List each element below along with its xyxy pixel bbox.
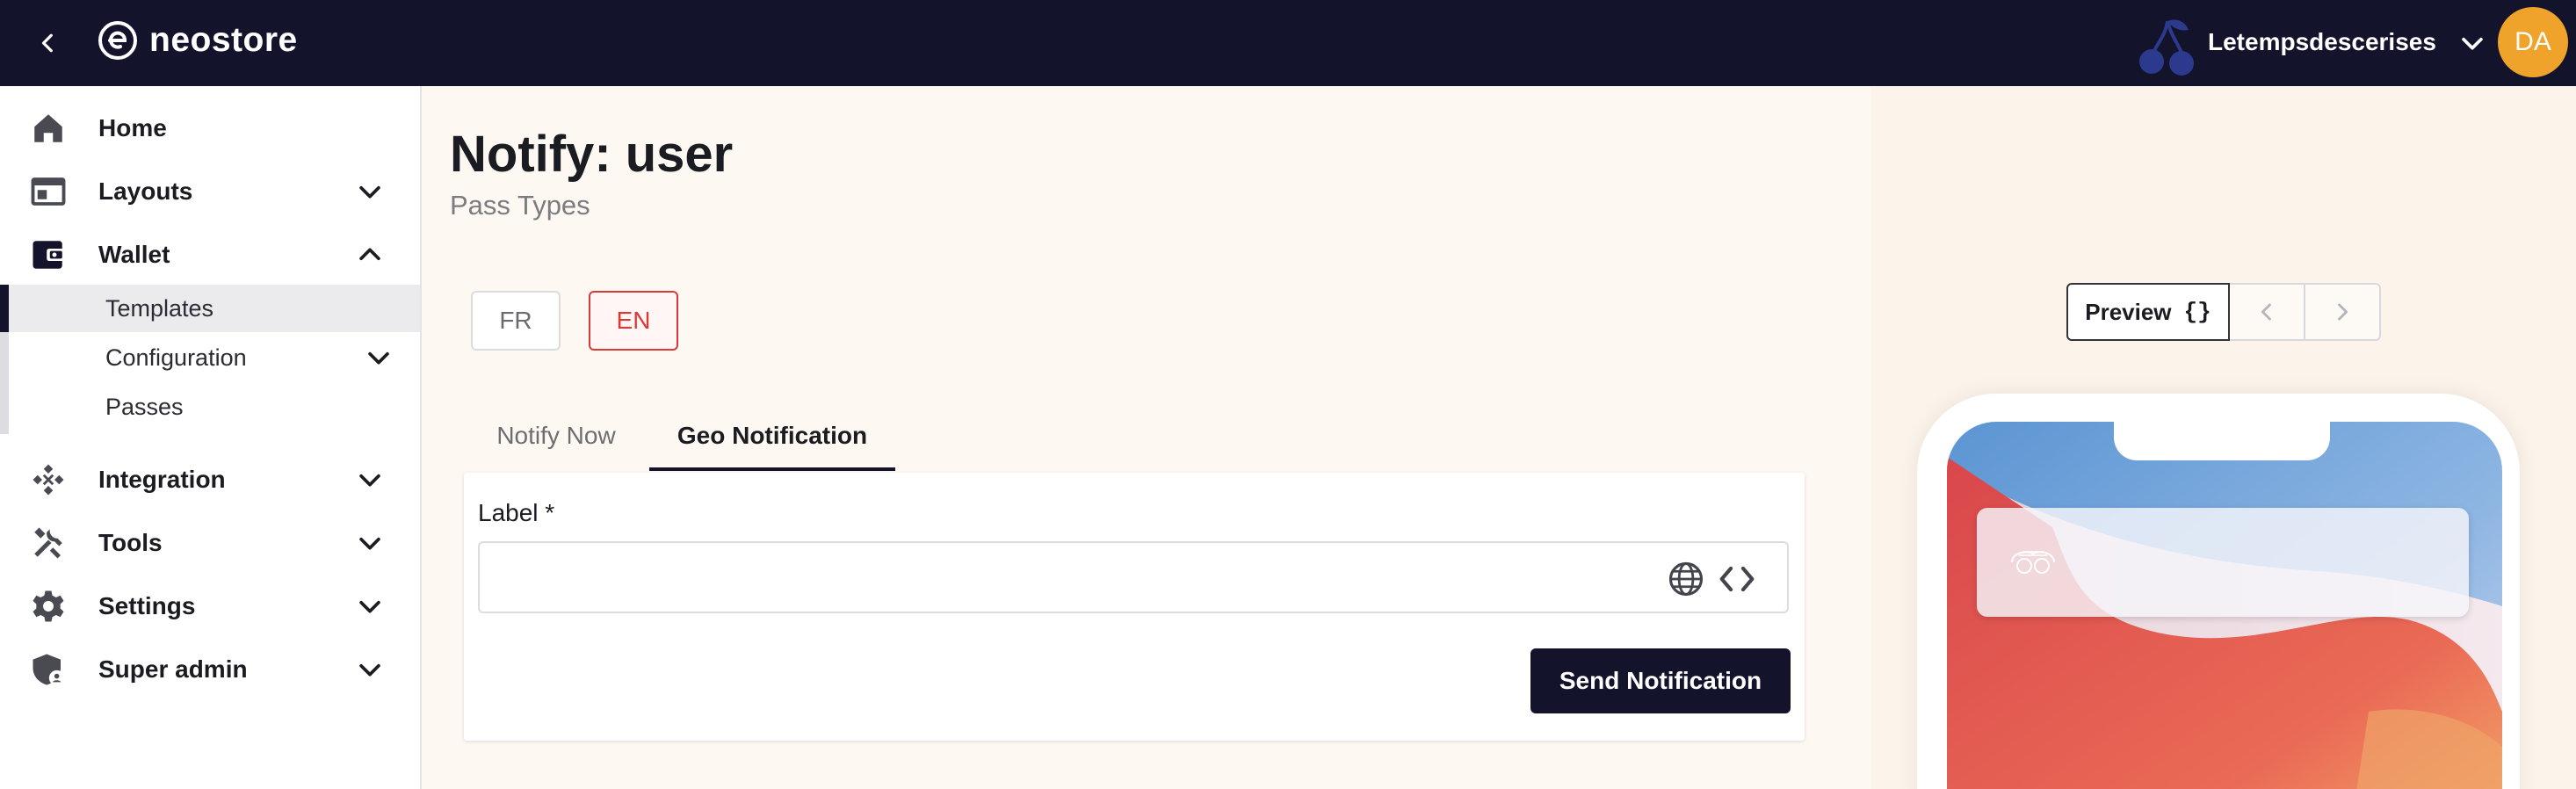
wallet-icon bbox=[33, 241, 66, 269]
app-logo[interactable]: neostore bbox=[97, 19, 298, 62]
pass-logo-icon bbox=[2011, 551, 2055, 574]
page-subtitle: Pass Types bbox=[450, 190, 590, 221]
language-fr-button[interactable]: FR bbox=[471, 291, 561, 351]
notification-form: Label * Send Notification bbox=[464, 473, 1805, 741]
sidebar-item-label: Super admin bbox=[98, 655, 248, 683]
chevron-down-icon[interactable] bbox=[2457, 28, 2487, 58]
chevron-down-icon bbox=[359, 185, 380, 199]
sidebar-item-label: Templates bbox=[105, 294, 214, 322]
sidebar-item-label: Wallet bbox=[98, 241, 170, 268]
user-avatar[interactable]: DA bbox=[2498, 7, 2568, 77]
chevron-down-icon bbox=[359, 537, 380, 550]
tab-notify-now[interactable]: Notify Now bbox=[464, 401, 648, 471]
sidebar-item-layouts[interactable]: Layouts bbox=[0, 163, 420, 220]
preview-next-button[interactable] bbox=[2305, 283, 2381, 341]
sidebar-item-super-admin[interactable]: Super admin bbox=[0, 641, 420, 698]
chevron-down-icon bbox=[359, 663, 380, 677]
language-en-button[interactable]: EN bbox=[589, 291, 678, 351]
sidebar-item-label: Configuration bbox=[105, 344, 247, 371]
chevron-up-icon bbox=[359, 248, 380, 261]
neostore-logo-icon bbox=[98, 21, 137, 60]
sidebar-item-wallet[interactable]: Wallet bbox=[0, 227, 420, 283]
preview-button[interactable]: Preview {} bbox=[2066, 283, 2230, 341]
sidebar-item-label: Tools bbox=[98, 529, 163, 556]
sidebar-item-label: Integration bbox=[98, 466, 226, 493]
chevron-right-icon bbox=[2338, 303, 2348, 321]
sidebar-item-label: Settings bbox=[98, 592, 196, 619]
sidebar: Home Layouts Wallet Templates Configurat… bbox=[0, 86, 422, 789]
org-name: Letempsdescerises bbox=[2208, 28, 2436, 55]
tab-geo-notification[interactable]: Geo Notification bbox=[649, 401, 895, 471]
admin-shield-icon bbox=[33, 654, 65, 686]
chevron-left-icon bbox=[41, 33, 53, 53]
sidebar-item-tools[interactable]: Tools bbox=[0, 515, 420, 571]
sidebar-item-passes[interactable]: Passes bbox=[9, 383, 420, 431]
chevron-down-icon bbox=[359, 474, 380, 487]
integration-icon bbox=[33, 464, 64, 496]
phone-mockup bbox=[1917, 394, 2520, 789]
sidebar-item-label: Layouts bbox=[98, 177, 193, 205]
sidebar-item-label: Passes bbox=[105, 393, 184, 420]
sidebar-item-settings[interactable]: Settings bbox=[0, 578, 420, 634]
preview-prev-button[interactable] bbox=[2230, 283, 2305, 341]
code-icon[interactable] bbox=[1719, 562, 1755, 596]
pass-notification-card bbox=[1977, 508, 2469, 617]
preview-button-label: Preview bbox=[2085, 298, 2172, 325]
chevron-down-icon bbox=[368, 351, 389, 365]
preview-controls: Preview {} bbox=[2066, 283, 2381, 341]
cherries-logo-icon bbox=[2139, 19, 2194, 76]
sidebar-item-integration[interactable]: Integration bbox=[0, 452, 420, 508]
phone-notch bbox=[2114, 422, 2330, 460]
label-field-label: Label * bbox=[478, 499, 555, 526]
layout-icon bbox=[31, 177, 66, 206]
sidebar-item-configuration[interactable]: Configuration bbox=[9, 334, 420, 381]
sidebar-item-home[interactable]: Home bbox=[0, 100, 420, 156]
phone-screen bbox=[1947, 422, 2502, 789]
app-name: neostore bbox=[149, 21, 298, 59]
globe-icon[interactable] bbox=[1668, 561, 1704, 597]
tools-icon bbox=[34, 527, 62, 559]
chevron-left-icon bbox=[2261, 303, 2271, 321]
gear-icon bbox=[33, 590, 64, 622]
chevron-down-icon bbox=[359, 600, 380, 613]
wallet-submenu: Templates Configuration Passes bbox=[0, 285, 420, 434]
label-input[interactable] bbox=[478, 541, 1789, 613]
send-notification-button[interactable]: Send Notification bbox=[1530, 648, 1791, 713]
top-bar: neostore Letempsdescerises DA bbox=[0, 0, 2576, 86]
home-icon bbox=[34, 114, 62, 142]
sidebar-item-templates[interactable]: Templates bbox=[0, 285, 420, 332]
back-button[interactable] bbox=[32, 26, 65, 60]
sidebar-item-label: Home bbox=[98, 114, 167, 141]
page-title: Notify: user bbox=[450, 126, 734, 183]
braces-icon: {} bbox=[2183, 299, 2211, 325]
